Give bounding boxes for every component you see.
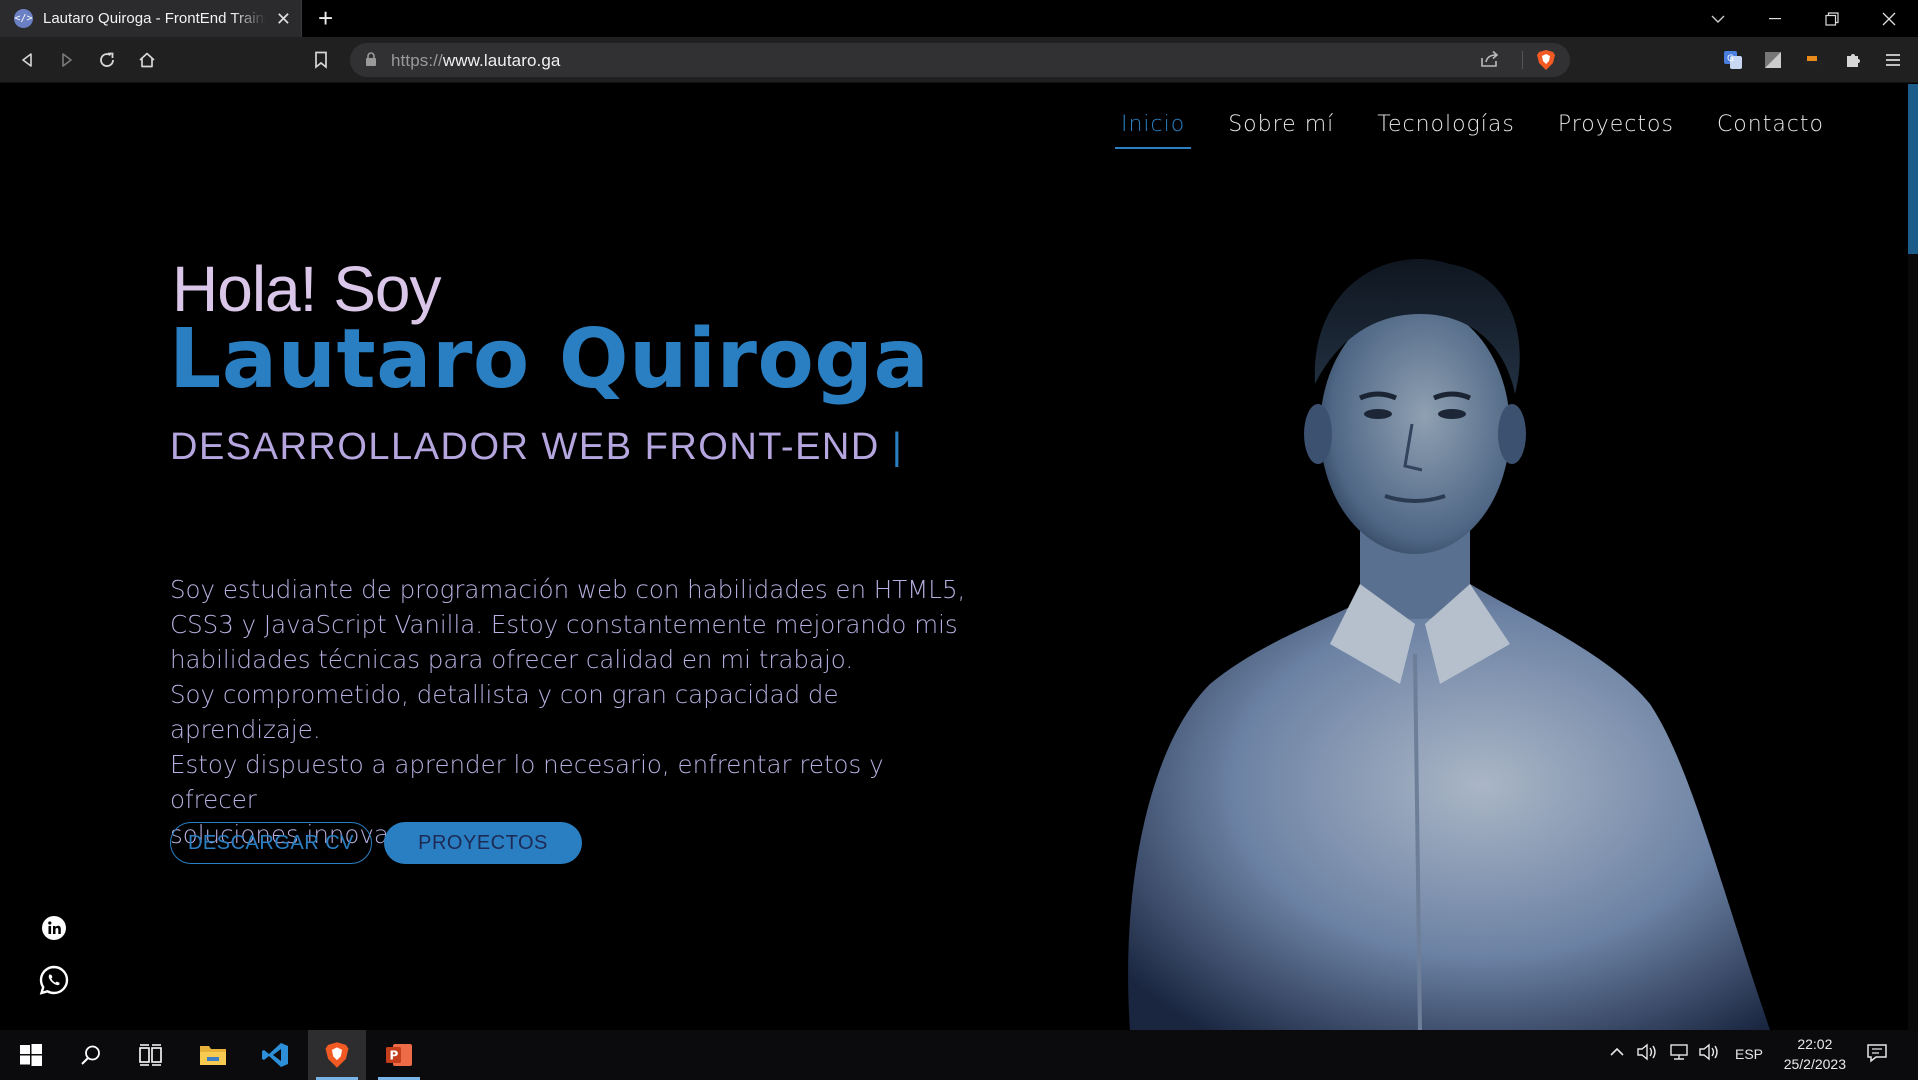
network-icon[interactable]	[1668, 1043, 1690, 1064]
favicon-icon: </>	[14, 9, 33, 28]
webpage: Inicio Sobre mí Tecnologías Proyectos Co…	[0, 84, 1918, 1030]
tray-chevron-icon[interactable]	[1610, 1044, 1624, 1060]
hero-role: DESARROLLADOR WEB FRONT-END |	[170, 426, 903, 469]
linkedin-icon[interactable]	[40, 914, 68, 942]
start-icon[interactable]	[2, 1030, 60, 1080]
bio-text: Soy estudiante de programación web con h…	[170, 572, 970, 852]
browser-toolbar: https://www.lautaro.ga G	[0, 37, 1918, 83]
scrollbar-thumb[interactable]	[1908, 84, 1918, 254]
nav-tecnologias[interactable]: Tecnologías	[1371, 108, 1521, 149]
minimize-button[interactable]	[1747, 0, 1803, 37]
bio-line: habilidades técnicas para ofrecer calida…	[170, 645, 854, 674]
volume-icon[interactable]	[1636, 1043, 1658, 1064]
menu-icon[interactable]	[1880, 47, 1906, 73]
profile-photo	[1128, 259, 1770, 1030]
nav-sobre-mi[interactable]: Sobre mí	[1222, 108, 1340, 149]
task-view-icon[interactable]	[122, 1030, 180, 1080]
bio-line: Estoy dispuesto a aprender lo necesario,…	[170, 750, 884, 814]
taskbar: P ESP 22:02 25/2/2023	[0, 1030, 1918, 1080]
notifications-icon[interactable]	[1866, 1043, 1888, 1066]
back-button[interactable]	[14, 47, 40, 73]
tab-title: Lautaro Quiroga - FrontEnd Trainee	[43, 10, 266, 27]
forward-button[interactable]	[54, 47, 80, 73]
svg-text:G: G	[1727, 54, 1734, 64]
close-tab-icon[interactable]: ✕	[276, 10, 291, 28]
reload-button[interactable]	[94, 47, 120, 73]
speaker-icon[interactable]	[1698, 1043, 1720, 1064]
home-button[interactable]	[134, 47, 160, 73]
bookmark-button[interactable]	[308, 47, 334, 73]
vscode-icon[interactable]	[246, 1030, 304, 1080]
typing-cursor: |	[891, 426, 904, 468]
svg-text:P: P	[390, 1049, 399, 1063]
clock-time: 22:02	[1797, 1036, 1833, 1052]
brave-icon[interactable]	[308, 1030, 366, 1080]
url-divider	[1522, 51, 1523, 69]
search-icon[interactable]	[62, 1030, 120, 1080]
site-nav: Inicio Sobre mí Tecnologías Proyectos Co…	[1115, 108, 1861, 149]
extensions-puzzle-icon[interactable]	[1840, 47, 1866, 73]
browser-tab[interactable]: </> Lautaro Quiroga - FrontEnd Trainee ✕	[0, 0, 302, 37]
powerpoint-icon[interactable]: P	[370, 1030, 428, 1080]
brave-shields-icon[interactable]	[1536, 49, 1556, 76]
clock[interactable]: 22:02 25/2/2023	[1784, 1034, 1846, 1074]
new-tab-button[interactable]: +	[318, 4, 333, 32]
role-text: DESARROLLADOR WEB FRONT-END	[170, 426, 880, 468]
clock-date: 25/2/2023	[1783, 1056, 1846, 1072]
language-indicator[interactable]: ESP	[1735, 1046, 1763, 1062]
restore-button[interactable]	[1804, 0, 1860, 37]
whatsapp-icon[interactable]	[38, 964, 70, 996]
nav-proyectos[interactable]: Proyectos	[1552, 108, 1680, 149]
bio-line: CSS3 y JavaScript Vanilla. Estoy constan…	[170, 610, 958, 639]
bio-line: Soy estudiante de programación web con h…	[170, 575, 966, 604]
translate-extension-icon[interactable]: G	[1720, 47, 1746, 73]
projects-button[interactable]: PROYECTOS	[384, 822, 582, 864]
color-extension-icon[interactable]	[1760, 47, 1786, 73]
url-text[interactable]: https://www.lautaro.ga	[391, 51, 560, 71]
close-window-button[interactable]	[1861, 0, 1917, 37]
hero-name: Lautaro Quiroga	[169, 312, 930, 407]
extension-icon[interactable]	[1800, 47, 1826, 73]
tab-search-chevron-icon[interactable]	[1690, 0, 1746, 37]
nav-contacto[interactable]: Contacto	[1711, 108, 1830, 149]
page-scrollbar[interactable]	[1908, 84, 1918, 1030]
file-explorer-icon[interactable]	[184, 1030, 242, 1080]
tab-strip: </> Lautaro Quiroga - FrontEnd Trainee ✕…	[0, 0, 1918, 37]
nav-inicio[interactable]: Inicio	[1115, 108, 1192, 149]
address-bar[interactable]: https://www.lautaro.ga	[350, 43, 1570, 77]
share-icon[interactable]	[1480, 50, 1500, 73]
lock-icon[interactable]	[365, 52, 377, 72]
download-cv-button[interactable]: DESCARGAR CV	[170, 822, 372, 864]
bio-line: Soy comprometido, detallista y con gran …	[170, 680, 839, 744]
